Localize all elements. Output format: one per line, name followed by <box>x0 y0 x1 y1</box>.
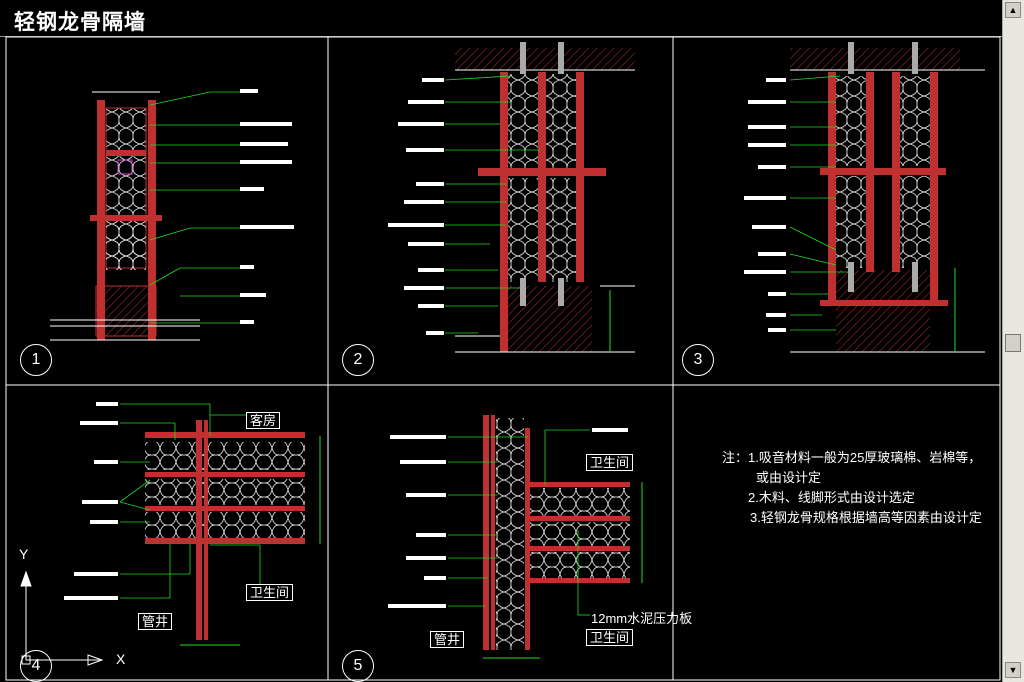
panel-5-number: 5 <box>342 650 374 682</box>
axis-y-label: Y <box>19 546 29 562</box>
scroll-down-icon[interactable]: ▼ <box>1005 662 1021 678</box>
cad-drawing-canvas[interactable] <box>0 0 1002 682</box>
scroll-thumb[interactable] <box>1005 334 1021 352</box>
detail-4-plan-section <box>64 402 321 646</box>
room-label-bathroom-5a: 卫生间 <box>586 454 634 471</box>
note-line-4: 3.轻钢龙骨规格根据墙高等因素由设计定 <box>750 510 982 525</box>
scroll-up-icon[interactable]: ▲ <box>1005 2 1021 18</box>
panel-1-number: 1 <box>20 344 52 376</box>
room-label-bathroom-4: 卫生间 <box>246 584 294 601</box>
panel-3-number: 3 <box>682 344 714 376</box>
detail-3-double-wall <box>744 42 985 353</box>
note-line-1: 注：1.吸音材料一般为25厚玻璃棉、岩棉等， <box>722 450 982 465</box>
detail-1-wall-section <box>50 89 294 341</box>
room-label-pipe-shaft-4: 管井 <box>138 613 173 630</box>
axis-x-label: X <box>116 651 126 667</box>
room-label-pipe-shaft-5: 管井 <box>430 631 465 648</box>
panel-4-number: 4 <box>20 650 52 682</box>
panel-2-number: 2 <box>342 344 374 376</box>
room-label-bathroom-5b: 卫生间 <box>586 629 634 646</box>
vertical-scrollbar[interactable]: ▲ ▼ <box>1002 0 1024 682</box>
note-line-3: 2.木料、线脚形式由设计选定 <box>748 490 915 505</box>
note-line-2: 或由设计定 <box>756 470 822 485</box>
room-label-guest-room: 客房 <box>246 412 281 429</box>
detail-2-double-wall <box>388 42 635 353</box>
cement-board-callout: 12mm水泥压力板 <box>591 611 693 626</box>
